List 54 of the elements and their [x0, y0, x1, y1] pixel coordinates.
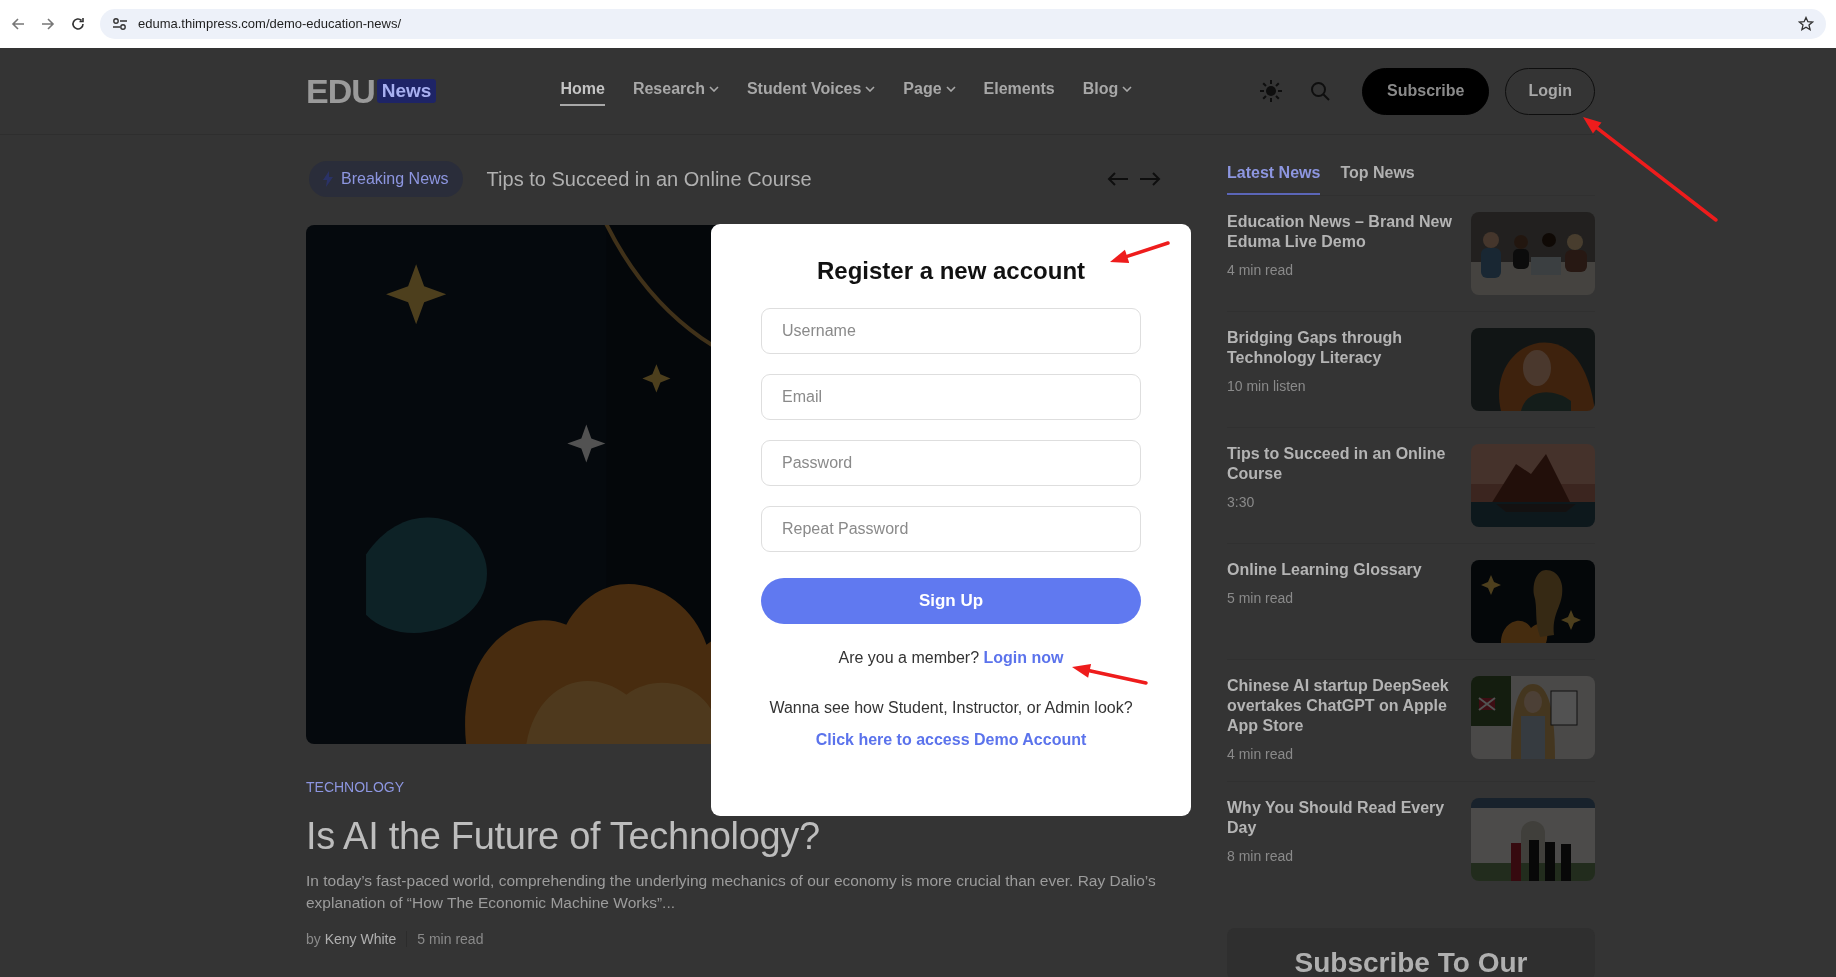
- byline-text: by: [306, 930, 321, 947]
- back-icon[interactable]: [10, 16, 26, 32]
- nav-link[interactable]: Research: [632, 76, 719, 106]
- site-logo[interactable]: EDU News: [306, 74, 437, 108]
- annotation-arrow: [1110, 241, 1170, 264]
- chevron-down-icon: [708, 85, 719, 92]
- text-field[interactable]: Repeat Password: [761, 505, 1141, 552]
- article-excerpt: In today’s fast-paced world, comprehending the underlying mechanics of our economy is more crucial than ever. Ray Dalio’s explanation of “How The Economic Machine Works”...: [306, 870, 1157, 914]
- sign-up-button[interactable]: Sign Up: [761, 577, 1141, 624]
- subscribe-button[interactable]: Subscribe: [1362, 67, 1490, 115]
- breaking-headline[interactable]: Tips to Succeed in an Online Course: [486, 164, 812, 194]
- news-title[interactable]: Why You Should Read Every Day: [1227, 798, 1455, 838]
- nav-link[interactable]: Elements: [983, 76, 1055, 106]
- text-field[interactable]: Email: [761, 373, 1141, 420]
- read-time: 8 min read: [1227, 847, 1295, 866]
- read-time: 4 min read: [1227, 745, 1295, 764]
- url-text: eduma.thimpress.com/demo-education-news/: [138, 15, 401, 34]
- login-now-link[interactable]: Login now: [983, 648, 1064, 666]
- nav-link[interactable]: Home: [560, 76, 605, 106]
- read-time: 5 min read: [417, 929, 484, 949]
- theme-toggle-icon[interactable]: [1259, 79, 1284, 103]
- sidebar-tab[interactable]: Latest News: [1227, 160, 1321, 195]
- news-title[interactable]: Education News – Brand New Eduma Live Demo: [1227, 212, 1455, 252]
- reload-icon[interactable]: [70, 16, 86, 32]
- read-time: 3:30: [1227, 493, 1256, 512]
- modal-title: Register a new account: [815, 257, 1087, 286]
- site-settings-icon[interactable]: [112, 17, 128, 31]
- member-prompt: Are you a member?: [838, 648, 980, 666]
- nav-link[interactable]: Page: [903, 76, 956, 106]
- author-link[interactable]: Keny White: [324, 930, 397, 947]
- address-bar[interactable]: eduma.thimpress.com/demo-education-news/: [100, 9, 1826, 39]
- chevron-down-icon: [1122, 85, 1133, 92]
- read-time: 5 min read: [1227, 589, 1295, 608]
- read-time: 10 min listen: [1227, 377, 1307, 396]
- text-field[interactable]: Username: [761, 307, 1141, 354]
- nav-link[interactable]: Blog: [1082, 76, 1133, 106]
- lightning-icon: [323, 171, 333, 187]
- demo-account-link[interactable]: Click here to access Demo Account: [815, 730, 1087, 748]
- breaking-news-label: Breaking News: [309, 161, 463, 197]
- nav-link[interactable]: Student Voices: [746, 76, 876, 106]
- news-title[interactable]: Bridging Gaps through Technology Literacy: [1227, 328, 1455, 368]
- news-title[interactable]: Tips to Succeed in an Online Course: [1227, 444, 1455, 484]
- demo-prompt: Wanna see how Student, Instructor, or Admin look?: [768, 697, 1134, 718]
- article-title[interactable]: Is AI the Future of Technology?: [306, 814, 1167, 860]
- chevron-down-icon: [865, 85, 876, 92]
- subscribe-heading: Subscribe To Our: [1293, 946, 1529, 977]
- chevron-down-icon: [945, 85, 956, 92]
- forward-icon[interactable]: [40, 16, 56, 32]
- text-field[interactable]: Password: [761, 439, 1141, 486]
- news-title[interactable]: Chinese AI startup DeepSeek overtakes ChatGPT on Apple App Store: [1227, 676, 1455, 736]
- bookmark-star-icon[interactable]: [1798, 16, 1814, 32]
- news-title[interactable]: Online Learning Glossary: [1227, 560, 1455, 580]
- sidebar-tab[interactable]: Top News: [1340, 160, 1415, 195]
- read-time: 4 min read: [1227, 261, 1295, 280]
